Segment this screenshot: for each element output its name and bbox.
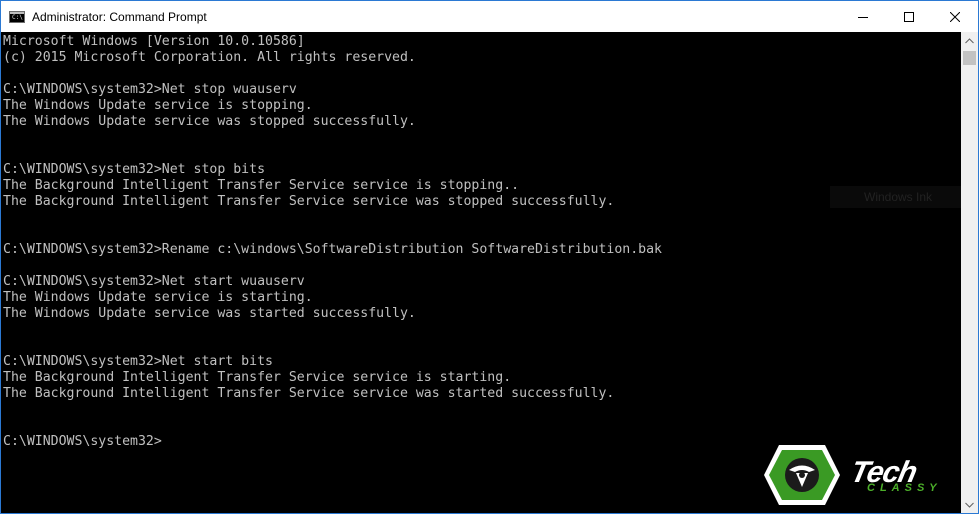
scroll-up-button[interactable] xyxy=(961,32,978,49)
console-line: The Windows Update service was stopped s… xyxy=(3,114,416,129)
console-line: C:\WINDOWS\system32>Net stop wuauserv xyxy=(3,82,297,97)
console-lines: Microsoft Windows [Version 10.0.10586] (c… xyxy=(1,32,961,450)
console-line: C:\WINDOWS\system32>Net start bits xyxy=(3,354,273,369)
console-line: The Windows Update service is stopping. xyxy=(3,98,313,113)
console-line: The Background Intelligent Transfer Serv… xyxy=(3,194,615,209)
console-line: The Background Intelligent Transfer Serv… xyxy=(3,370,512,385)
windows-ink-ghost: Windows Ink xyxy=(830,186,961,208)
console-output[interactable]: Microsoft Windows [Version 10.0.10586] (c… xyxy=(1,32,961,513)
vertical-scrollbar[interactable] xyxy=(961,32,978,513)
maximize-button[interactable] xyxy=(886,1,932,32)
console-line: The Windows Update service was started s… xyxy=(3,306,416,321)
console-line: C:\WINDOWS\system32>Rename c:\windows\So… xyxy=(3,242,662,257)
techclassy-watermark: Tech CLASSY xyxy=(763,444,963,506)
console-line: C:\WINDOWS\system32>Net start wuauserv xyxy=(3,274,305,289)
console-line: The Windows Update service is starting. xyxy=(3,290,313,305)
console-line: The Background Intelligent Transfer Serv… xyxy=(3,178,520,193)
chevron-down-icon xyxy=(965,502,974,508)
minimize-icon xyxy=(858,16,868,18)
maximize-icon xyxy=(904,11,914,22)
console-line: C:\WINDOWS\system32>Net stop bits xyxy=(3,162,266,177)
command-prompt-window: C:\ Administrator: Command Prompt Micros… xyxy=(0,0,979,514)
minimize-button[interactable] xyxy=(840,1,886,32)
cmd-app-icon[interactable]: C:\ xyxy=(9,10,25,23)
title-bar[interactable]: C:\ Administrator: Command Prompt xyxy=(1,1,978,32)
close-icon xyxy=(950,11,960,22)
console-line: Microsoft Windows [Version 10.0.10586] xyxy=(3,34,305,49)
watermark-classy-text: CLASSY xyxy=(867,482,942,494)
cmd-app-icon-label: C:\ xyxy=(12,13,23,21)
close-button[interactable] xyxy=(932,1,978,32)
console-line: (c) 2015 Microsoft Corporation. All righ… xyxy=(3,50,416,65)
window-title: Administrator: Command Prompt xyxy=(32,9,207,24)
techclassy-logo-icon xyxy=(764,445,840,505)
scroll-thumb[interactable] xyxy=(963,51,976,65)
scroll-down-button[interactable] xyxy=(961,496,978,513)
chevron-up-icon xyxy=(965,37,974,43)
console-line: The Background Intelligent Transfer Serv… xyxy=(3,386,615,401)
